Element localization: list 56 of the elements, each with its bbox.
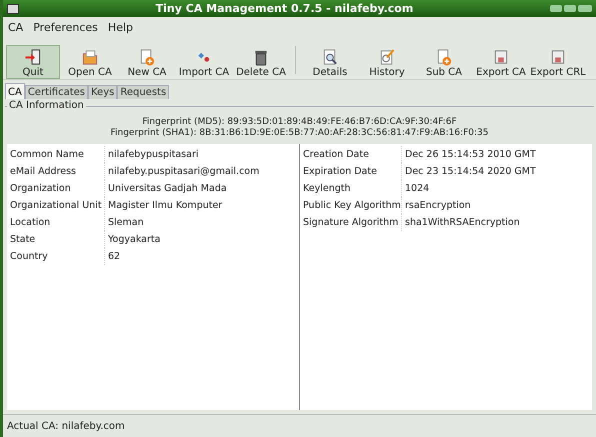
toolbar-button[interactable]: Open CA: [63, 45, 117, 79]
table-cell-text: sha1WithRSAEncryption: [404, 217, 520, 228]
window-menu-icon[interactable]: [7, 4, 19, 14]
document-pen-icon: [378, 49, 396, 66]
toolbar-button[interactable]: Sub CA: [417, 45, 471, 79]
table-cell: eMail Address: [7, 163, 105, 180]
floppy-icon: [549, 49, 567, 66]
table-cell-text: Magister Ilmu Komputer: [107, 200, 222, 211]
table-cell: Country: [7, 248, 105, 265]
table-cell: Location: [7, 214, 105, 231]
tab[interactable]: Requests: [117, 85, 170, 99]
folder-icon: [81, 49, 99, 66]
table-cell: Creation Date: [300, 146, 402, 163]
toolbar-button[interactable]: History: [360, 45, 414, 79]
menu-item[interactable]: CA: [8, 20, 24, 35]
floppy-icon: [492, 49, 510, 66]
toolbar-button[interactable]: Export CRL: [531, 45, 585, 79]
toolbar-button[interactable]: New CA: [120, 45, 174, 79]
new-document-icon: [435, 49, 453, 66]
exit-door-icon: [24, 49, 42, 66]
menu-item[interactable]: Help: [108, 20, 133, 35]
toolbar-button[interactable]: Quit: [6, 45, 60, 79]
table-cell-text: Yogyakarta: [107, 234, 160, 245]
table-cell: Keylength: [300, 180, 402, 197]
magnifier-document-icon: [321, 49, 339, 66]
toolbar-button[interactable]: Details: [303, 45, 357, 79]
new-document-icon: [138, 49, 156, 66]
window-controls-icon[interactable]: [550, 4, 592, 13]
table-cell-text: Universitas Gadjah Mada: [107, 183, 227, 194]
table-cell: Public Key Algorithm: [300, 197, 402, 214]
toolbar-button[interactable]: Import CA: [177, 45, 231, 79]
table-cell-text: nilafebypuspitasari: [107, 149, 198, 160]
window-title: Tiny CA Management 0.7.5 - nilafeby.com: [154, 2, 414, 15]
table-cell-text: Sleman: [107, 217, 144, 228]
table-cell-text: Dec 23 15:14:54 2020 GMT: [404, 166, 536, 177]
table-cell: Signature Algorithm: [300, 214, 402, 231]
toolbar-button[interactable]: Export CA: [474, 45, 528, 79]
table-cell: Expiration Date: [300, 163, 402, 180]
tab[interactable]: CA: [5, 83, 25, 99]
tab[interactable]: Keys: [88, 85, 118, 99]
tab[interactable]: Certificates: [24, 85, 88, 99]
status-text: Actual CA: nilafeby.com: [7, 420, 125, 432]
table-cell: Organizational Unit: [7, 197, 105, 214]
toolbar-button[interactable]: Delete CA: [234, 45, 288, 79]
table-cell-text: rsaEncryption: [404, 200, 471, 211]
table-cell: Organization: [7, 180, 105, 197]
table-cell-text: Dec 26 15:14:53 2010 GMT: [404, 149, 536, 160]
table-cell: Common Name: [7, 146, 105, 163]
table-cell-text: 62: [107, 251, 120, 262]
table-cell: State: [7, 231, 105, 248]
fingerprint-text: Fingerprint (MD5): 89:93:5D:01:89:4B:49:FE:46:B7:6D:CA:9F:30:4F:6F: [141, 117, 458, 128]
menu-item[interactable]: Preferences: [33, 20, 98, 35]
table-cell-text: nilafeby.puspitasari@gmail.com: [107, 166, 260, 177]
table-cell-text: 1024: [404, 183, 430, 194]
fingerprint-text: Fingerprint (SHA1): 8B:31:B6:1D:9E:0E:5B:77:A0:AF:28:3C:56:81:47:F9:AB:16:F0:35: [109, 128, 490, 139]
group-title: CA Information: [7, 100, 86, 111]
